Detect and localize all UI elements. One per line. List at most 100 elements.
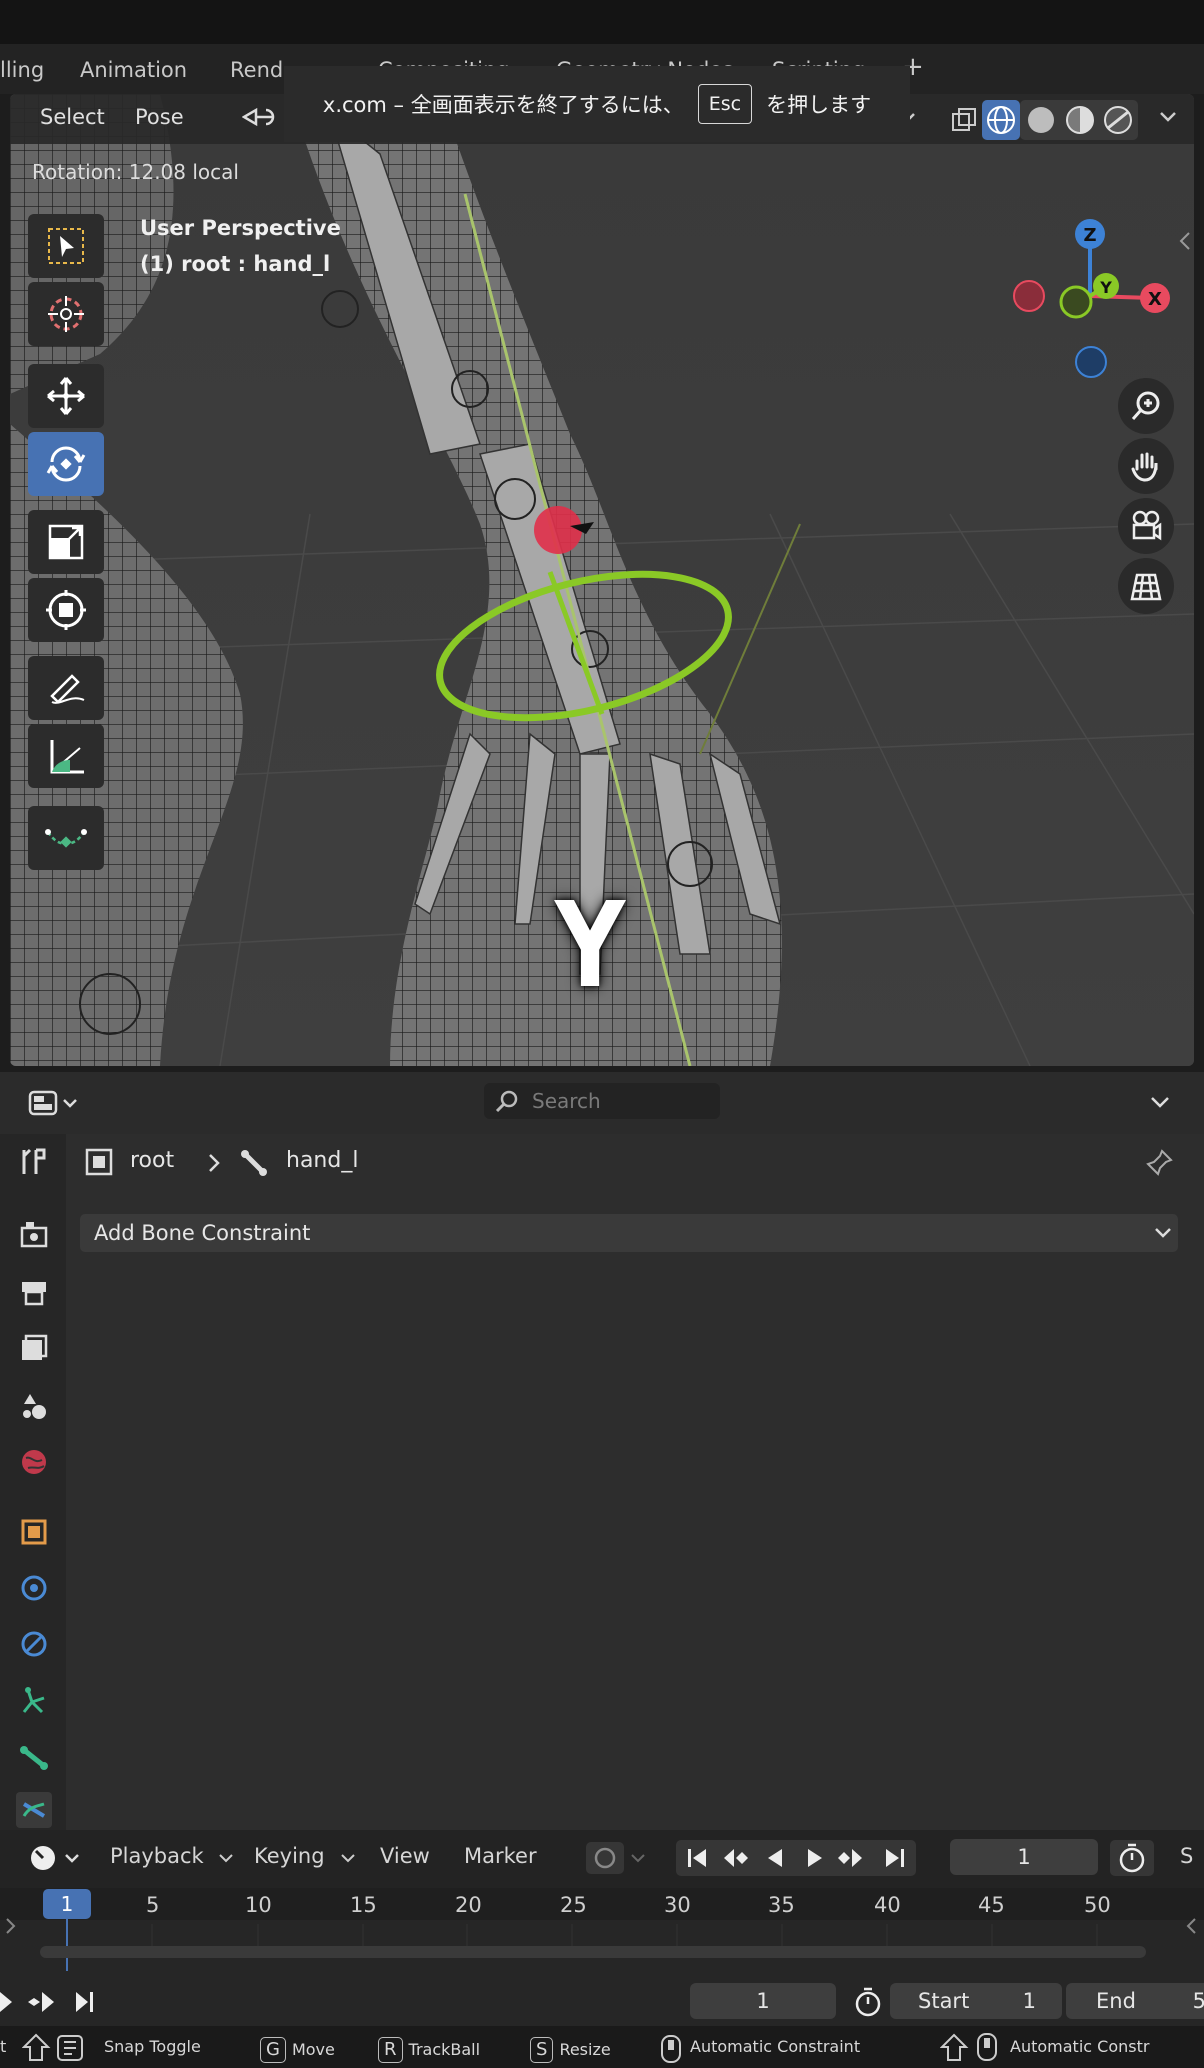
tab-modifiers[interactable]: [16, 1570, 52, 1606]
tool-icon: [22, 1148, 46, 1174]
world-icon: [22, 1450, 46, 1474]
tick-label: 50: [1084, 1893, 1111, 1917]
end-label: End: [1096, 1989, 1136, 2013]
tab-object-data[interactable]: [16, 1682, 52, 1718]
search-icon: [495, 1090, 518, 1113]
stopwatch-icon[interactable]: [848, 1985, 888, 2019]
timeline-editor-icon[interactable]: [28, 1843, 86, 1873]
camera-icon: [1132, 510, 1162, 541]
zoom-button[interactable]: [1118, 378, 1174, 434]
zoom-icon: [1131, 391, 1160, 420]
editor-type-icon[interactable]: [28, 1088, 84, 1118]
tick-label: 35: [768, 1893, 795, 1917]
chevron-right-icon: [209, 1154, 220, 1172]
tick-label: 30: [664, 1893, 691, 1917]
stopwatch-icon[interactable]: [1110, 1840, 1154, 1876]
status-move: G Move: [260, 2037, 335, 2063]
camera-view-button[interactable]: [1118, 498, 1174, 554]
playhead-line: [66, 1919, 68, 1971]
transform-tool[interactable]: [28, 578, 104, 642]
relax-pose-tool[interactable]: [28, 806, 104, 870]
tab-bone[interactable]: [16, 1740, 52, 1776]
transform-icon: [46, 590, 86, 630]
overlay-icon[interactable]: [950, 106, 980, 141]
select-box-icon: [48, 228, 84, 264]
marker-menu[interactable]: Marker: [464, 1844, 537, 1868]
chevron-right-icon[interactable]: [4, 1916, 18, 1936]
keying-menu[interactable]: Keying: [254, 1844, 325, 1868]
physics-icon: [21, 1631, 47, 1657]
tab-modeling[interactable]: lling: [0, 58, 44, 82]
tick-label: 40: [874, 1893, 901, 1917]
timeline-grid: [66, 1924, 1098, 1946]
measure-tool[interactable]: [28, 724, 104, 788]
select-menu[interactable]: Select: [40, 105, 105, 129]
mini-playback-controls[interactable]: [0, 1986, 104, 2018]
view-perspective-label: User Perspective: [140, 216, 341, 240]
axis-key-overlay: Y: [555, 876, 626, 1014]
sidebar-toggle-icon[interactable]: [1178, 230, 1192, 252]
tab-animation[interactable]: Animation: [80, 58, 187, 82]
ortho-toggle-button[interactable]: [1118, 558, 1174, 614]
tab-rendering[interactable]: Rend: [230, 58, 283, 82]
tab-physics[interactable]: [16, 1626, 52, 1662]
pose-options-icon[interactable]: [241, 102, 278, 137]
breadcrumb-bone: hand_l: [286, 1148, 359, 1173]
status-auto-constraint-2: Automatic Constr: [1010, 2037, 1150, 2056]
timeline-scrollbar[interactable]: [40, 1946, 1146, 1958]
tab-world[interactable]: [16, 1444, 52, 1480]
start-frame-field[interactable]: Start 1: [890, 1983, 1062, 2019]
scale-tool[interactable]: [28, 510, 104, 574]
play-icon: [0, 1992, 12, 2012]
shift-key-icon: [22, 2033, 83, 2061]
view-menu[interactable]: View: [380, 1844, 430, 1868]
cursor-tool[interactable]: [28, 282, 104, 346]
move-icon: [47, 377, 85, 415]
viewport-shading-group: [982, 98, 1142, 142]
chevron-left-icon[interactable]: [1184, 1916, 1198, 1936]
render-icon: [20, 1222, 48, 1248]
annotate-tool[interactable]: [28, 656, 104, 720]
pin-icon[interactable]: [1146, 1148, 1174, 1176]
rotate-tool[interactable]: [28, 432, 104, 496]
active-bone-label: (1) root : hand_l: [140, 252, 331, 276]
scene-icon: [23, 1394, 46, 1419]
tab-bone-constraints[interactable]: [16, 1792, 52, 1828]
tab-render[interactable]: [16, 1216, 52, 1252]
chevron-down-icon[interactable]: [1148, 1092, 1172, 1112]
gizmo-z-label: Z: [1083, 225, 1096, 246]
tab-scene[interactable]: [16, 1388, 52, 1424]
status-snap-toggle: Snap Toggle: [104, 2037, 201, 2056]
select-box-tool[interactable]: [28, 214, 104, 278]
playback-controls[interactable]: [676, 1840, 916, 1876]
tab-view-layer[interactable]: [16, 1330, 52, 1366]
object-icon: [21, 1519, 47, 1545]
chevron-down-icon: [341, 1854, 355, 1863]
grid-icon: [1130, 573, 1162, 601]
chevron-down-icon: [1155, 1228, 1171, 1238]
playback-menu[interactable]: Playback: [110, 1844, 204, 1868]
next-panel-label: S: [1180, 1844, 1194, 1868]
end-frame-field[interactable]: End 5: [1066, 1983, 1204, 2019]
auto-keying-toggle[interactable]: [586, 1842, 652, 1874]
tab-output[interactable]: [16, 1274, 52, 1310]
tab-object[interactable]: [16, 1514, 52, 1550]
bone-constraint-icon: [22, 1802, 46, 1818]
frame-field[interactable]: 1: [690, 1983, 836, 2019]
annotate-icon: [50, 674, 85, 704]
pan-button[interactable]: [1118, 438, 1174, 494]
tick-label: 45: [978, 1893, 1005, 1917]
tick-label: 10: [245, 1893, 272, 1917]
move-tool[interactable]: [28, 364, 104, 428]
esc-key-badge: Esc: [697, 84, 753, 124]
navigation-gizmo[interactable]: Z X Y: [1000, 214, 1180, 384]
add-bone-constraint-dropdown[interactable]: Add Bone Constraint: [80, 1214, 1178, 1252]
current-frame-field[interactable]: 1: [950, 1839, 1098, 1875]
tab-tool[interactable]: [16, 1144, 52, 1180]
playhead[interactable]: 1: [43, 1889, 91, 1919]
measure-icon: [50, 740, 84, 774]
image-icon: [22, 1334, 48, 1360]
hand-icon: [1131, 452, 1158, 482]
shading-dropdown-icon[interactable]: [1158, 106, 1178, 131]
pose-menu[interactable]: Pose: [135, 105, 184, 129]
